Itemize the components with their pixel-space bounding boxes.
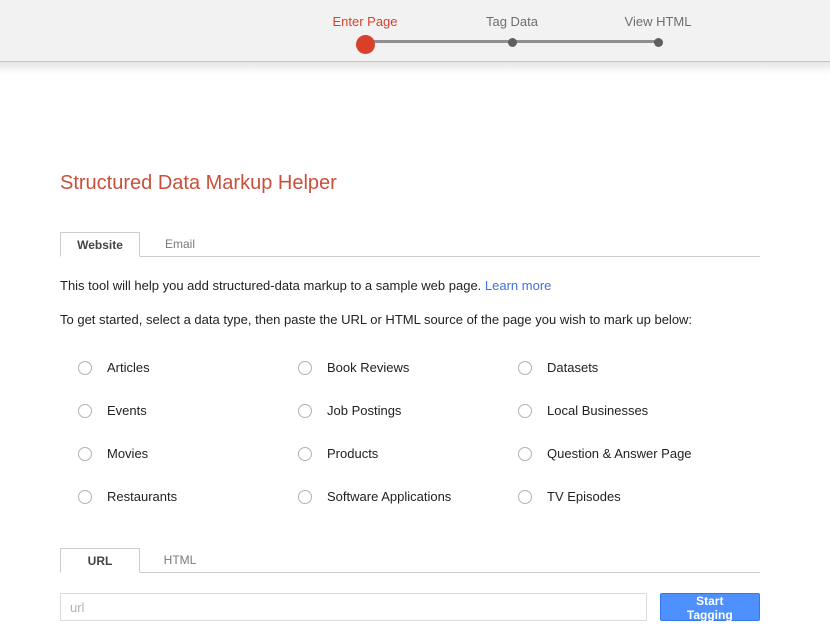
progress-header: Enter Page Tag Data View HTML <box>0 0 830 62</box>
data-type-label: Book Reviews <box>327 360 409 375</box>
data-type-option-movies[interactable]: Movies <box>78 432 298 475</box>
data-type-option-events[interactable]: Events <box>78 389 298 432</box>
data-type-label: TV Episodes <box>547 489 621 504</box>
data-type-option-tv-episodes[interactable]: TV Episodes <box>518 475 758 518</box>
data-type-label: Movies <box>107 446 148 461</box>
radio-icon[interactable] <box>518 447 532 461</box>
radio-icon[interactable] <box>78 361 92 375</box>
main-content: Structured Data Markup Helper Website Em… <box>0 170 830 621</box>
radio-icon[interactable] <box>298 361 312 375</box>
data-type-option-question-answer-page[interactable]: Question & Answer Page <box>518 432 758 475</box>
intro-sentence: This tool will help you add structured-d… <box>60 278 481 293</box>
tab-url[interactable]: URL <box>60 548 140 573</box>
instructions-text: To get started, select a data type, then… <box>60 311 760 328</box>
step-dot <box>654 38 663 47</box>
data-type-label: Products <box>327 446 378 461</box>
learn-more-link[interactable]: Learn more <box>485 278 551 293</box>
data-type-grid: Articles Book Reviews Datasets Events Jo… <box>78 346 760 518</box>
source-tabbar: Website Email <box>60 231 760 257</box>
intro-text: This tool will help you add structured-d… <box>60 277 760 294</box>
step-enter-page[interactable]: Enter Page <box>295 14 435 56</box>
data-type-label: Restaurants <box>107 489 177 504</box>
radio-icon[interactable] <box>518 361 532 375</box>
radio-icon[interactable] <box>518 490 532 504</box>
step-label: View HTML <box>588 14 728 29</box>
url-input[interactable] <box>60 593 647 621</box>
input-tabbar: URL HTML <box>60 547 760 573</box>
step-view-html[interactable]: View HTML <box>588 14 728 50</box>
page-title: Structured Data Markup Helper <box>60 170 760 196</box>
radio-icon[interactable] <box>518 404 532 418</box>
start-tagging-button[interactable]: Start Tagging <box>660 593 760 621</box>
data-type-label: Local Businesses <box>547 403 648 418</box>
step-tag-data[interactable]: Tag Data <box>442 14 582 50</box>
data-type-option-products[interactable]: Products <box>298 432 518 475</box>
step-label: Enter Page <box>295 14 435 29</box>
data-type-option-book-reviews[interactable]: Book Reviews <box>298 346 518 389</box>
radio-icon[interactable] <box>298 404 312 418</box>
radio-icon[interactable] <box>78 447 92 461</box>
data-type-option-local-businesses[interactable]: Local Businesses <box>518 389 758 432</box>
data-type-option-software-applications[interactable]: Software Applications <box>298 475 518 518</box>
data-type-option-job-postings[interactable]: Job Postings <box>298 389 518 432</box>
data-type-label: Software Applications <box>327 489 451 504</box>
data-type-option-datasets[interactable]: Datasets <box>518 346 758 389</box>
data-type-label: Question & Answer Page <box>547 446 692 461</box>
data-type-label: Datasets <box>547 360 598 375</box>
tab-email[interactable]: Email <box>140 232 220 257</box>
tab-html[interactable]: HTML <box>140 548 220 573</box>
data-type-option-articles[interactable]: Articles <box>78 346 298 389</box>
step-dot-active <box>356 35 375 54</box>
data-type-label: Events <box>107 403 147 418</box>
step-label: Tag Data <box>442 14 582 29</box>
url-input-row: Start Tagging <box>60 593 760 621</box>
radio-icon[interactable] <box>298 447 312 461</box>
tab-website[interactable]: Website <box>60 232 140 257</box>
radio-icon[interactable] <box>78 404 92 418</box>
radio-icon[interactable] <box>298 490 312 504</box>
data-type-option-restaurants[interactable]: Restaurants <box>78 475 298 518</box>
data-type-label: Articles <box>107 360 150 375</box>
step-dot <box>508 38 517 47</box>
radio-icon[interactable] <box>78 490 92 504</box>
data-type-label: Job Postings <box>327 403 401 418</box>
